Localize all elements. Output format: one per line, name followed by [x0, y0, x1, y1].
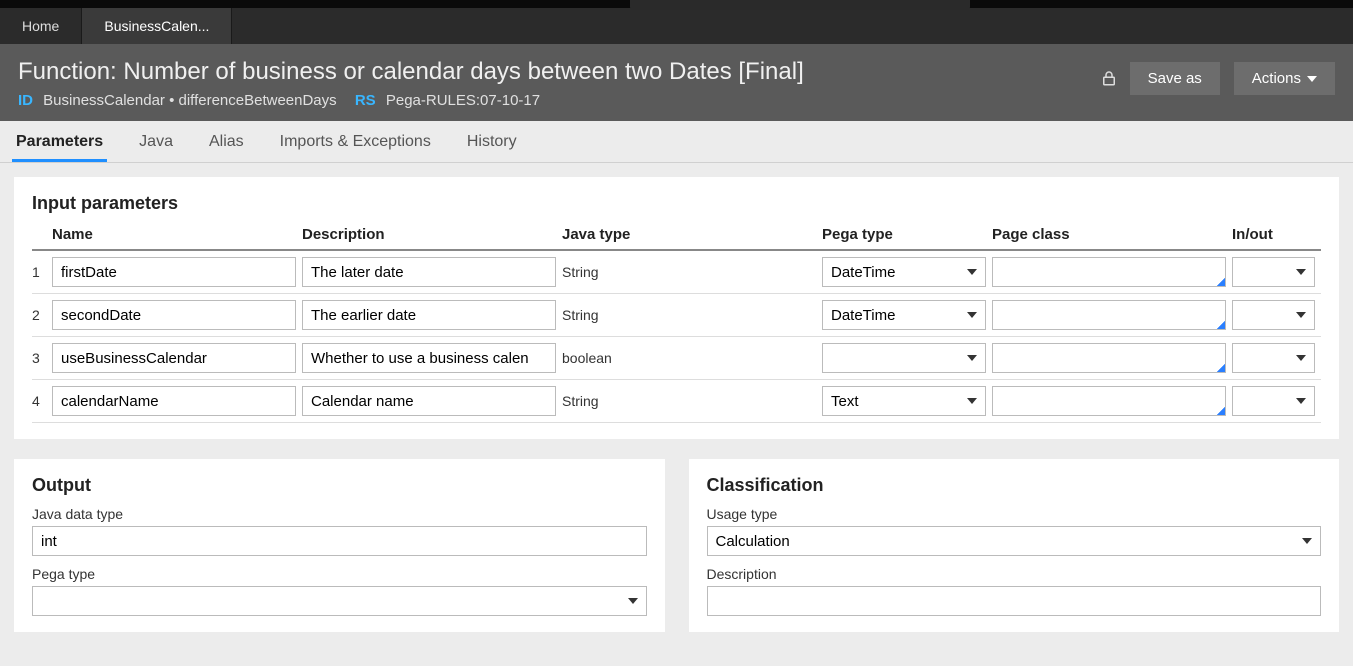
rule-header-left: Function: Number of business or calendar…: [18, 58, 804, 109]
header-page-class: Page class: [992, 220, 1232, 250]
global-search-input[interactable]: [630, 0, 970, 10]
tabstrip: Parameters Java Alias Imports & Exceptio…: [0, 121, 1353, 163]
input-parameters-title: Input parameters: [32, 193, 1321, 214]
input-parameters-panel: Input parameters Name Description Java t…: [14, 177, 1339, 439]
param-page-class-input[interactable]: [992, 386, 1226, 416]
save-as-button[interactable]: Save as: [1130, 62, 1220, 95]
header-name: Name: [52, 220, 302, 250]
output-pega-type-label: Pega type: [32, 566, 647, 582]
param-in-out-select[interactable]: [1232, 386, 1315, 416]
param-description-input[interactable]: [302, 343, 556, 373]
tab-imports-exceptions[interactable]: Imports & Exceptions: [276, 123, 435, 162]
output-java-type-label: Java data type: [32, 506, 647, 522]
param-name-input[interactable]: [52, 343, 296, 373]
rule-id-value: BusinessCalendar • differenceBetweenDays: [43, 92, 336, 109]
param-description-input[interactable]: [302, 257, 556, 287]
classification-title: Classification: [707, 475, 1322, 496]
table-row: 2 StringDateTime: [32, 294, 1321, 337]
header-in-out: In/out: [1232, 220, 1321, 250]
header-description: Description: [302, 220, 562, 250]
lock-icon: [1100, 69, 1116, 89]
param-in-out-select[interactable]: [1232, 257, 1315, 287]
table-row: 3 boolean: [32, 337, 1321, 380]
param-java-type: String: [562, 250, 822, 294]
rule-title: Function: Number of business or calendar…: [18, 58, 804, 86]
header-java-type: Java type: [562, 220, 822, 250]
param-name-input[interactable]: [52, 386, 296, 416]
param-pega-type-select[interactable]: DateTime: [822, 300, 986, 330]
rule-meta: ID BusinessCalendar • differenceBetweenD…: [18, 92, 804, 109]
row-index: 4: [32, 380, 52, 423]
app-topbar: [0, 0, 1353, 8]
param-name-input[interactable]: [52, 257, 296, 287]
param-java-type: boolean: [562, 337, 822, 380]
tab-java[interactable]: Java: [135, 123, 177, 162]
param-in-out-select[interactable]: [1232, 300, 1315, 330]
actions-button-label: Actions: [1252, 70, 1301, 87]
header-pega-type: Pega type: [822, 220, 992, 250]
param-name-input[interactable]: [52, 300, 296, 330]
table-header-row: Name Description Java type Pega type Pag…: [32, 220, 1321, 250]
tab-history[interactable]: History: [463, 123, 521, 162]
param-java-type: String: [562, 380, 822, 423]
input-parameters-table: Name Description Java type Pega type Pag…: [32, 220, 1321, 423]
rule-rs-value: Pega-RULES:07-10-17: [386, 92, 540, 109]
param-page-class-input[interactable]: [992, 257, 1226, 287]
output-panel: Output Java data type Pega type: [14, 459, 665, 632]
actions-button[interactable]: Actions: [1234, 62, 1335, 95]
tab-alias[interactable]: Alias: [205, 123, 248, 162]
classification-description-label: Description: [707, 566, 1322, 582]
content-area: Input parameters Name Description Java t…: [0, 163, 1353, 666]
output-java-type-input[interactable]: [32, 526, 647, 556]
nav-tab-document[interactable]: BusinessCalen...: [82, 8, 232, 44]
row-index: 1: [32, 250, 52, 294]
row-index: 2: [32, 294, 52, 337]
param-page-class-input[interactable]: [992, 343, 1226, 373]
param-pega-type-select[interactable]: DateTime: [822, 257, 986, 287]
param-page-class-input[interactable]: [992, 300, 1226, 330]
param-description-input[interactable]: [302, 386, 556, 416]
nav-tab-home[interactable]: Home: [0, 8, 82, 44]
classification-panel: Classification Usage type Calculation De…: [689, 459, 1340, 632]
rule-rs-label: RS: [355, 92, 376, 109]
chevron-down-icon: [1307, 76, 1317, 82]
usage-type-select[interactable]: Calculation: [707, 526, 1322, 556]
table-row: 4 StringText: [32, 380, 1321, 423]
row-index: 3: [32, 337, 52, 380]
navbar: Home BusinessCalen...: [0, 8, 1353, 44]
classification-description-input[interactable]: [707, 586, 1322, 616]
output-pega-type-select[interactable]: [32, 586, 647, 616]
output-title: Output: [32, 475, 647, 496]
usage-type-label: Usage type: [707, 506, 1322, 522]
rule-actions: Save as Actions: [1100, 58, 1335, 95]
param-pega-type-select[interactable]: [822, 343, 986, 373]
lower-panels: Output Java data type Pega type Classifi…: [14, 459, 1339, 652]
param-description-input[interactable]: [302, 300, 556, 330]
rule-header: Function: Number of business or calendar…: [0, 44, 1353, 121]
param-in-out-select[interactable]: [1232, 343, 1315, 373]
table-row: 1 StringDateTime: [32, 250, 1321, 294]
param-pega-type-select[interactable]: Text: [822, 386, 986, 416]
rule-id-label: ID: [18, 92, 33, 109]
tab-parameters[interactable]: Parameters: [12, 123, 107, 162]
param-java-type: String: [562, 294, 822, 337]
